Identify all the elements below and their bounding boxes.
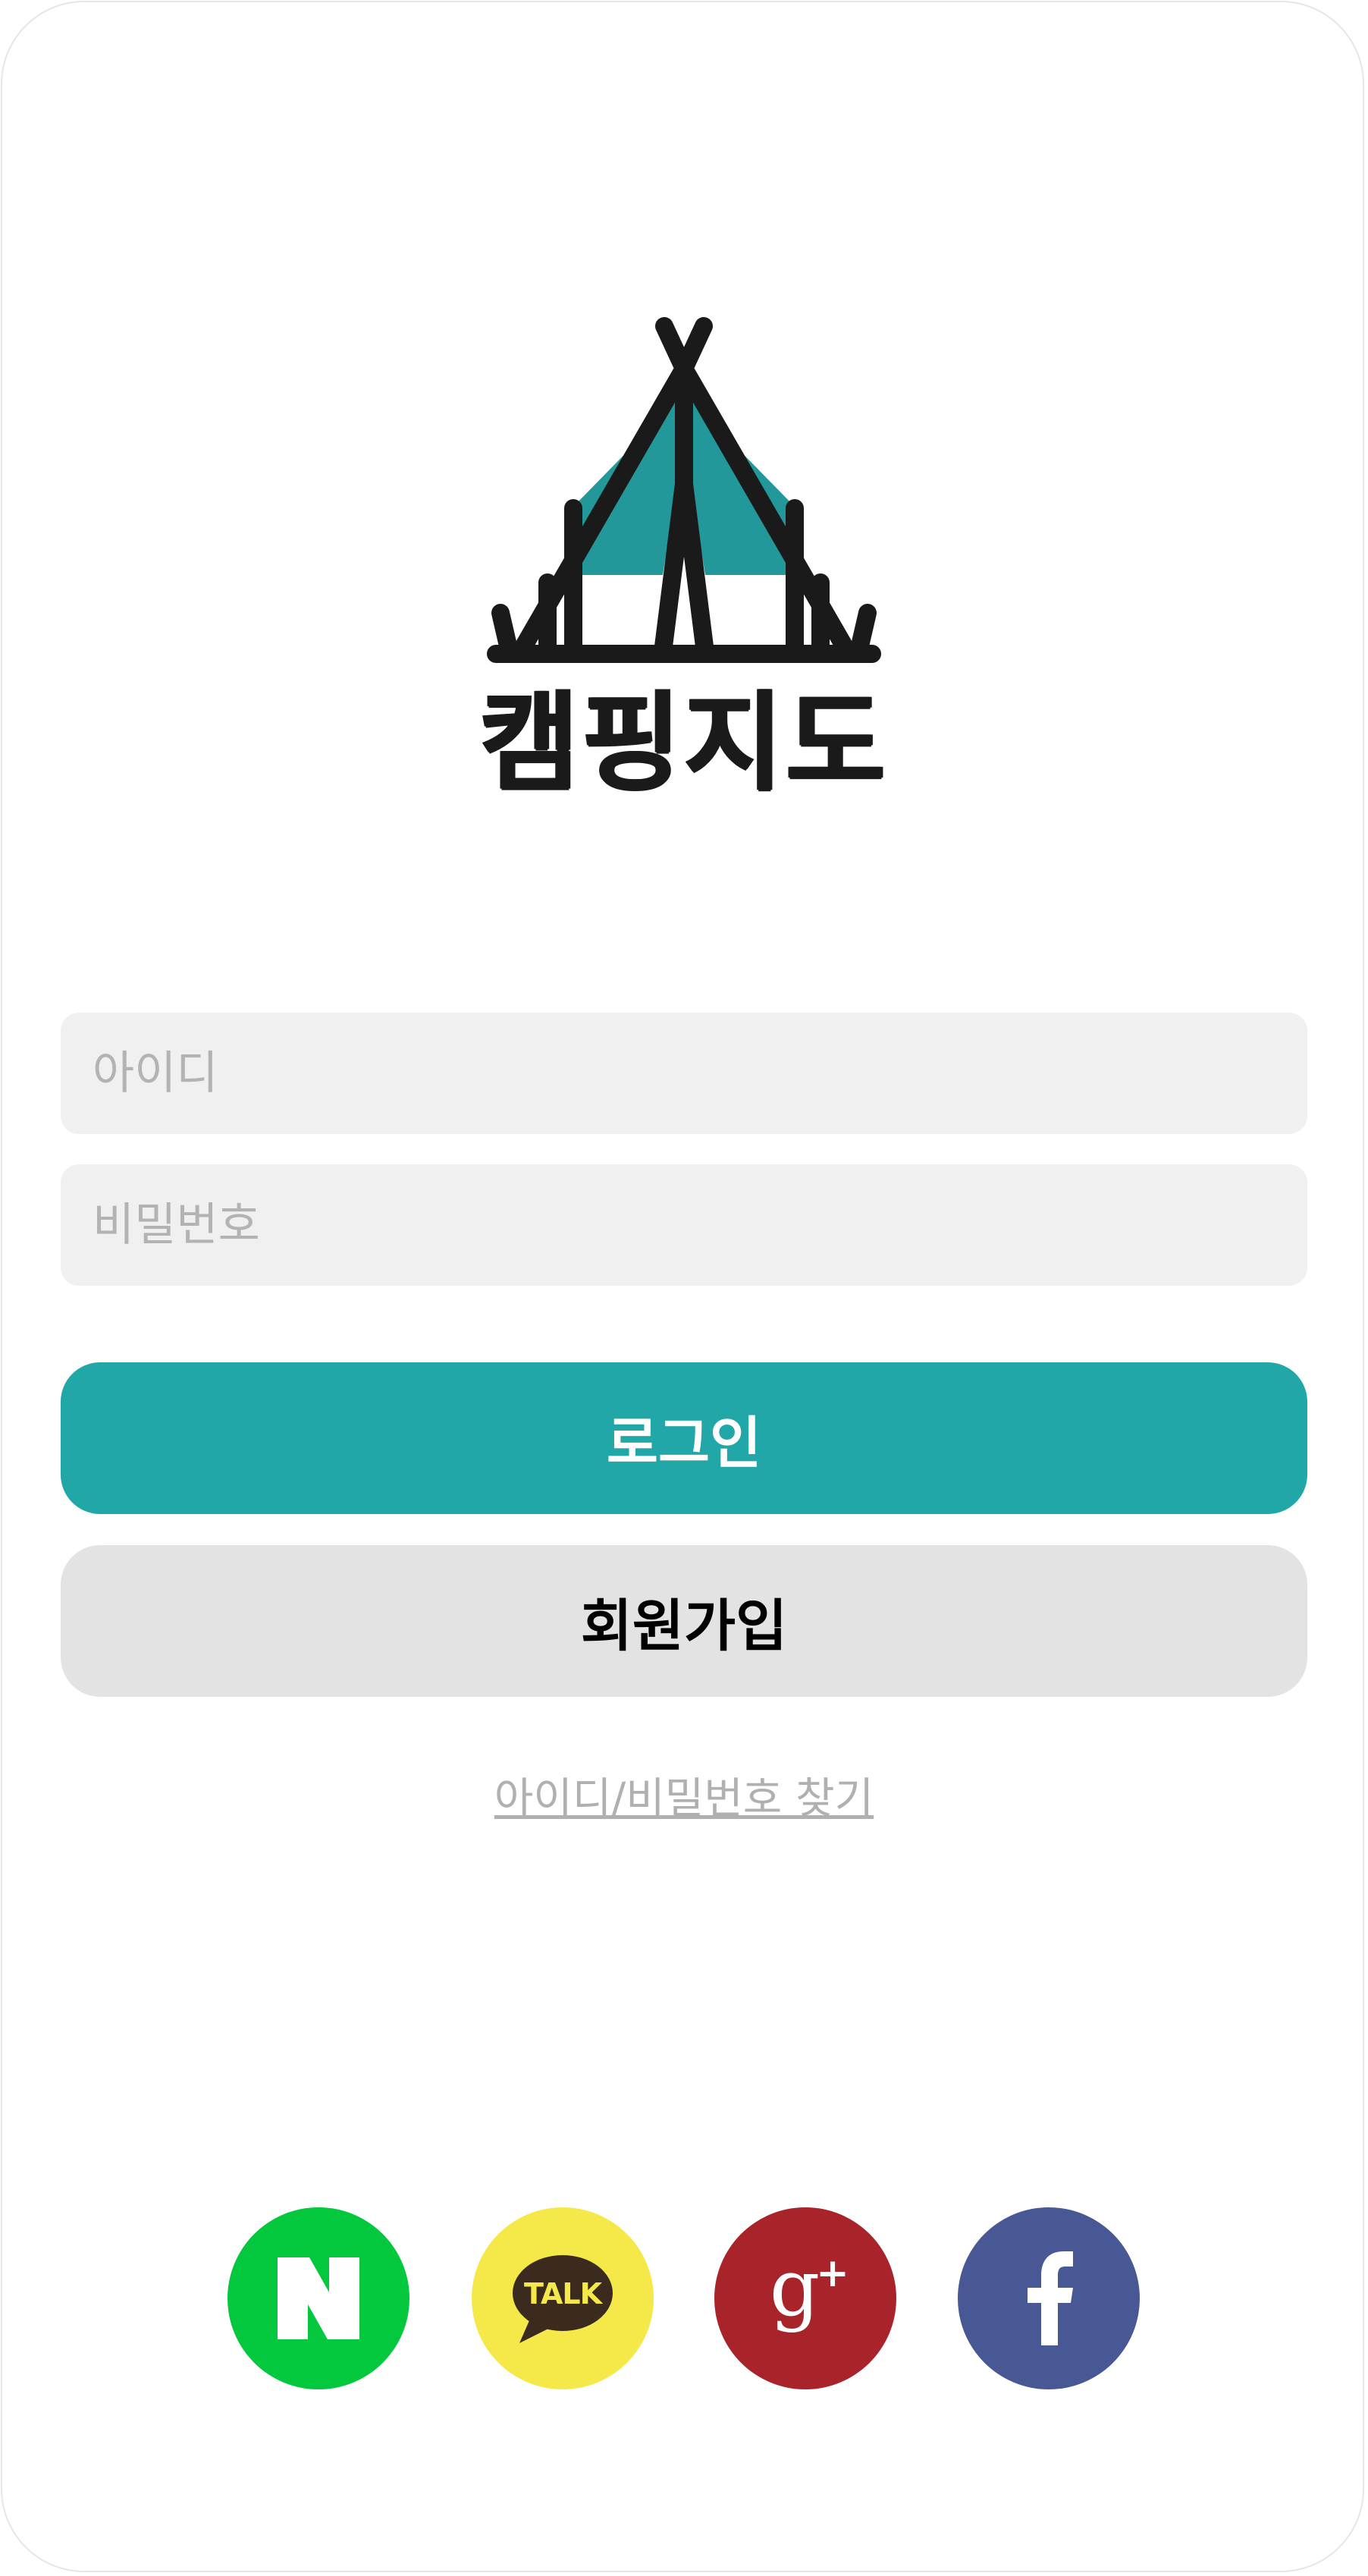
google-plus-login-button[interactable]: g + <box>714 2207 896 2389</box>
google-plus-icon: g + <box>770 2245 849 2334</box>
find-account-link[interactable]: 아이디/비밀번호 찾기 <box>0 1769 1368 1830</box>
svg-text:+: + <box>816 2251 849 2296</box>
password-input[interactable] <box>61 1164 1307 1286</box>
kakaotalk-icon: TALK <box>513 2255 613 2343</box>
login-button-label: 로그인 <box>606 1410 762 1476</box>
facebook-icon <box>1028 2251 1073 2345</box>
svg-text:g: g <box>770 2245 820 2334</box>
kakao-login-button[interactable]: TALK <box>472 2207 654 2389</box>
facebook-login-button[interactable] <box>958 2207 1140 2389</box>
id-input[interactable] <box>61 1013 1307 1134</box>
login-button[interactable]: 로그인 <box>61 1362 1307 1514</box>
naver-login-button[interactable] <box>227 2207 409 2389</box>
svg-text:TALK: TALK <box>524 2277 604 2311</box>
app-wordmark: 캠핑지도 <box>479 680 889 806</box>
tent-logo-icon <box>487 317 881 663</box>
signup-button-label: 회원가입 <box>580 1593 788 1659</box>
naver-icon <box>278 2257 359 2339</box>
signup-button[interactable]: 회원가입 <box>61 1545 1307 1697</box>
